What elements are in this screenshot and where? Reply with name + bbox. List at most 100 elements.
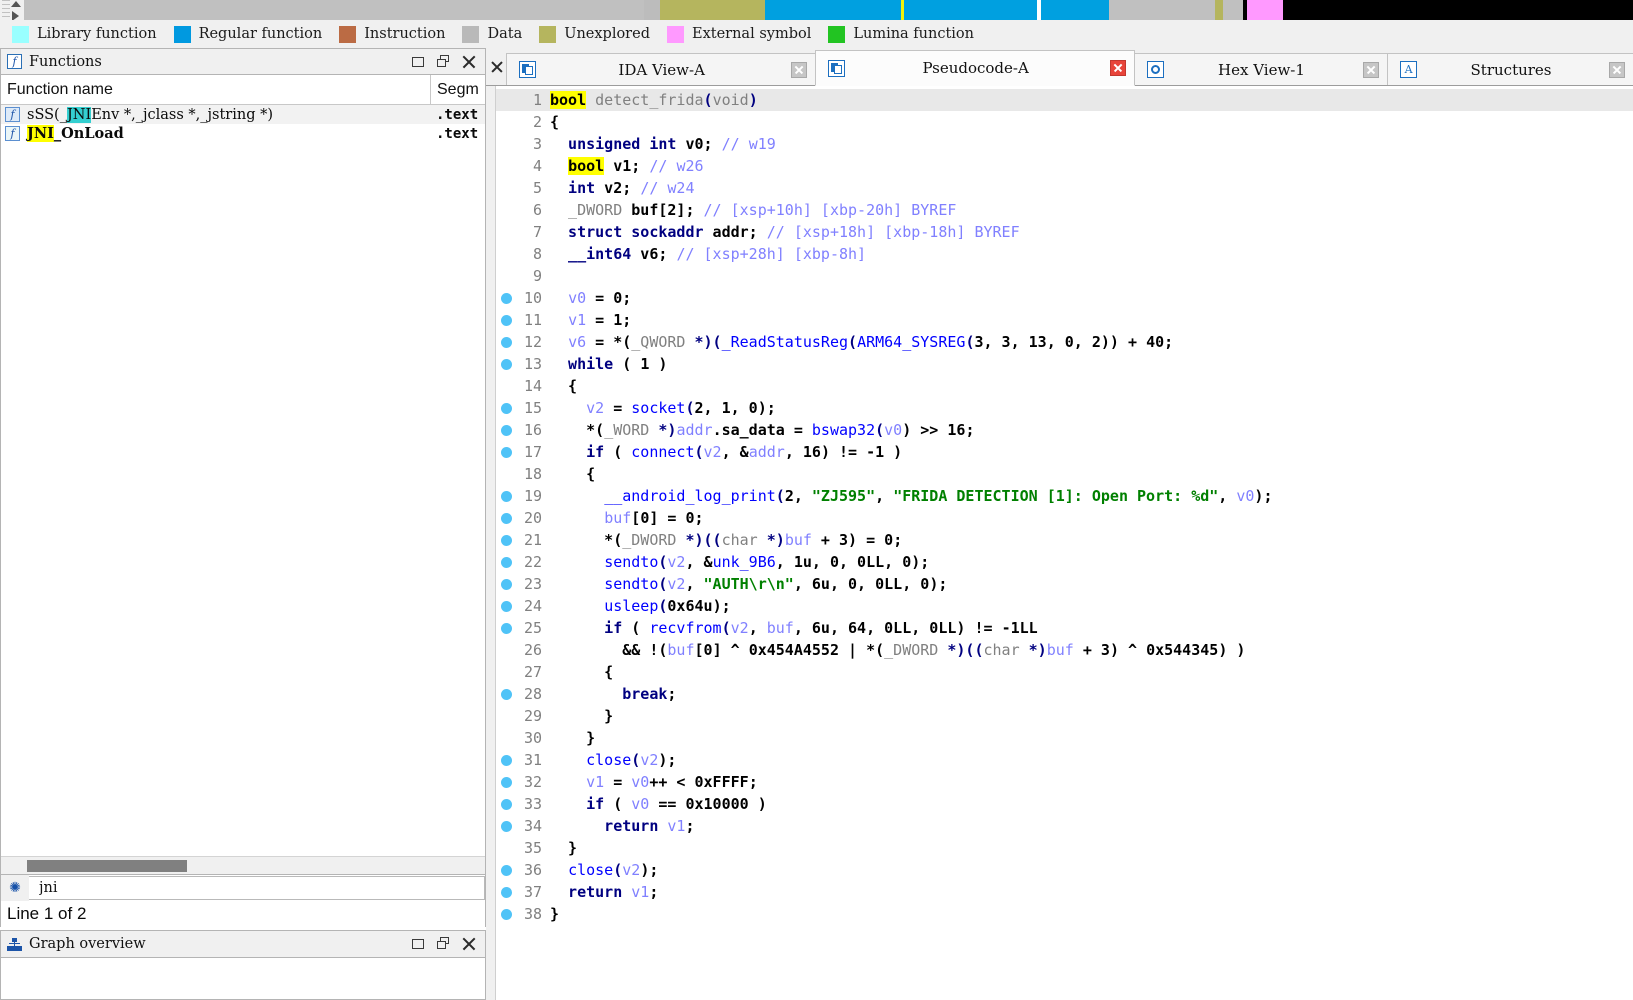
code-text[interactable]: int v2; // w24 [546,177,1633,199]
code-line[interactable]: 13 while ( 1 ) [496,353,1633,375]
code-line[interactable]: 38} [496,903,1633,925]
code-line[interactable]: 27 { [496,661,1633,683]
breakpoint-marker-icon[interactable] [496,864,516,876]
breakpoint-marker-icon[interactable] [496,402,516,414]
navigator-grip[interactable] [2,0,10,20]
code-line[interactable]: 14 { [496,375,1633,397]
breakpoint-marker-icon[interactable] [496,490,516,502]
code-text[interactable]: *(_DWORD *)((char *)buf + 3) = 0; [546,529,1633,551]
breakpoint-marker-icon[interactable] [496,512,516,524]
function-list-row[interactable]: f JNI_OnLoad .text [1,124,485,143]
tab-close-icon[interactable] [1363,61,1380,78]
code-text[interactable]: __int64 v6; // [xsp+28h] [xbp-8h] [546,243,1633,265]
code-text[interactable]: close(v2); [546,749,1633,771]
code-text[interactable]: if ( recvfrom(v2, buf, 6u, 64, 0LL, 0LL)… [546,617,1633,639]
navigator-segment[interactable] [644,0,660,20]
code-line[interactable]: 20 buf[0] = 0; [496,507,1633,529]
functions-table[interactable]: Function name Segm f sSS(_JNIEnv *,_jclas… [0,75,486,875]
breakpoint-marker-icon[interactable] [496,622,516,634]
code-text[interactable]: } [546,705,1633,727]
code-text[interactable]: struct sockaddr addr; // [xsp+18h] [xbp-… [546,221,1633,243]
code-line[interactable]: 32 v1 = v0++ < 0xFFFF; [496,771,1633,793]
code-line[interactable]: 11 v1 = 1; [496,309,1633,331]
functions-horizontal-scrollbar[interactable] [1,856,485,874]
breakpoint-marker-icon[interactable] [496,688,516,700]
code-text[interactable]: break; [546,683,1633,705]
code-text[interactable]: usleep(0x64u); [546,595,1633,617]
code-line[interactable]: 7 struct sockaddr addr; // [xsp+18h] [xb… [496,221,1633,243]
filter-icon[interactable]: ✺ [1,875,29,901]
code-line[interactable]: 2{ [496,111,1633,133]
code-text[interactable]: sendto(v2, "AUTH\r\n", 6u, 0, 0LL, 0); [546,573,1633,595]
navigator-segment[interactable] [1283,0,1633,20]
code-line[interactable]: 16 *(_WORD *)addr.sa_data = bswap32(v0) … [496,419,1633,441]
code-text[interactable]: v0 = 0; [546,287,1633,309]
code-text[interactable]: v2 = socket(2, 1, 0); [546,397,1633,419]
code-line[interactable]: 12 v6 = *(_QWORD *)(_ReadStatusReg(ARM64… [496,331,1633,353]
navigator-segment[interactable] [1041,0,1109,20]
code-line[interactable]: 10 v0 = 0; [496,287,1633,309]
scrollbar-thumb[interactable] [27,860,187,872]
code-text[interactable]: return v1; [546,815,1633,837]
code-text[interactable]: { [546,111,1633,133]
breakpoint-marker-icon[interactable] [496,578,516,590]
breakpoint-marker-icon[interactable] [496,820,516,832]
code-line[interactable]: 4 bool v1; // w26 [496,155,1633,177]
code-line[interactable]: 17 if ( connect(v2, &addr, 16) != -1 ) [496,441,1633,463]
breakpoint-marker-icon[interactable] [496,908,516,920]
close-icon[interactable] [462,937,476,951]
tab-structures[interactable]: Structures [1387,53,1633,86]
code-text[interactable]: __android_log_print(2, "ZJ595", "FRIDA D… [546,485,1633,507]
search-input[interactable] [29,876,485,900]
navigator-up-arrow-icon[interactable] [11,1,21,7]
code-line[interactable]: 33 if ( v0 == 0x10000 ) [496,793,1633,815]
code-text[interactable]: *(_WORD *)addr.sa_data = bswap32(v0) >> … [546,419,1633,441]
code-line[interactable]: 3 unsigned int v0; // w19 [496,133,1633,155]
code-line[interactable]: 26 && !(buf[0] ^ 0x454A4552 | *(_DWORD *… [496,639,1633,661]
breakpoint-marker-icon[interactable] [496,424,516,436]
code-line[interactable]: 29 } [496,705,1633,727]
breakpoint-marker-icon[interactable] [496,358,516,370]
code-text[interactable]: buf[0] = 0; [546,507,1633,529]
pseudocode-view[interactable]: 1 bool detect_frida(void) 2{3 unsigned int… [486,86,1633,1000]
code-line[interactable]: 9 [496,265,1633,287]
breakpoint-marker-icon[interactable] [496,754,516,766]
breakpoint-marker-icon[interactable] [496,534,516,546]
breakpoint-marker-icon[interactable] [496,292,516,304]
view-tabstrip[interactable]: IDA View-A Pseudocode-A Hex View-1 Structur… [486,48,1633,86]
code-line[interactable]: 25 if ( recvfrom(v2, buf, 6u, 64, 0LL, 0… [496,617,1633,639]
code-text[interactable]: unsigned int v0; // w19 [546,133,1633,155]
code-line[interactable]: 35 } [496,837,1633,859]
cascade-icon[interactable] [437,54,451,69]
tab-close-icon[interactable] [791,61,808,78]
code-text[interactable]: return v1; [546,881,1633,903]
code-line[interactable]: 1 bool detect_frida(void) [496,89,1633,111]
code-line[interactable]: 24 usleep(0x64u); [496,595,1633,617]
code-text[interactable]: } [546,727,1633,749]
code-text[interactable]: if ( v0 == 0x10000 ) [546,793,1633,815]
functions-row-list[interactable]: f sSS(_JNIEnv *,_jclass *,_jstring *) .tex… [1,105,485,143]
code-line[interactable]: 28 break; [496,683,1633,705]
tab-close-icon[interactable] [1109,60,1126,76]
code-line[interactable]: 18 { [496,463,1633,485]
code-text[interactable]: } [546,837,1633,859]
code-line[interactable]: 5 int v2; // w24 [496,177,1633,199]
code-text[interactable]: { [546,661,1633,683]
close-icon[interactable] [462,55,476,69]
function-name-cell[interactable]: f JNI_OnLoad [1,125,430,142]
navigator-band[interactable] [0,0,1633,21]
code-line[interactable]: 31 close(v2); [496,749,1633,771]
breakpoint-marker-icon[interactable] [496,886,516,898]
code-text[interactable]: while ( 1 ) [546,353,1633,375]
code-line[interactable]: 23 sendto(v2, "AUTH\r\n", 6u, 0, 0LL, 0)… [496,573,1633,595]
code-text[interactable]: close(v2); [546,859,1633,881]
restore-icon[interactable] [412,937,426,951]
navigator-segment[interactable] [1215,0,1223,20]
functions-search-row[interactable]: ✺ [0,875,486,901]
code-text[interactable]: && !(buf[0] ^ 0x454A4552 | *(_DWORD *)((… [546,639,1633,661]
code-text[interactable]: { [546,375,1633,397]
breakpoint-marker-icon[interactable] [496,798,516,810]
code-text[interactable]: v1 = v0++ < 0xFFFF; [546,771,1633,793]
function-name-cell[interactable]: f sSS(_JNIEnv *,_jclass *,_jstring *) [1,106,430,123]
breakpoint-marker-icon[interactable] [496,776,516,788]
